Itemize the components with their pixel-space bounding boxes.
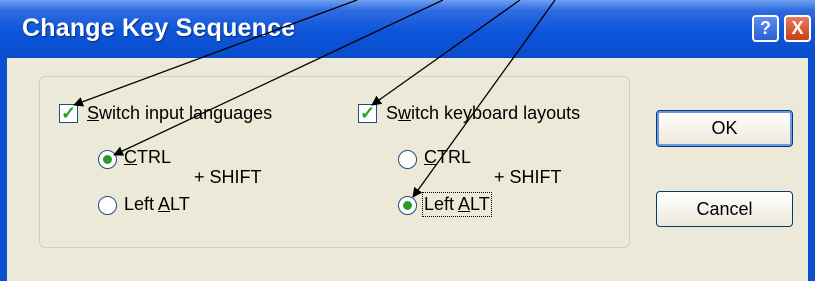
- left-alt-label[interactable]: Left ALT: [124, 194, 190, 215]
- help-icon: ?: [760, 18, 771, 38]
- help-button[interactable]: ?: [752, 15, 779, 42]
- window-border-right: [808, 58, 815, 281]
- ok-button[interactable]: OK: [656, 110, 793, 147]
- left-ctrl-radio[interactable]: [98, 150, 117, 169]
- radio-selected-dot: [403, 201, 412, 210]
- switch-input-languages-checkbox[interactable]: ✓: [59, 104, 78, 123]
- switch-input-languages-label[interactable]: Switch input languages: [87, 103, 272, 124]
- change-key-sequence-dialog: Change Key Sequence ? X ✓ Switch input l…: [0, 0, 815, 281]
- switch-keyboard-layouts-checkbox[interactable]: ✓: [358, 104, 377, 123]
- check-icon: ✓: [359, 103, 376, 123]
- left-alt-radio[interactable]: [98, 196, 117, 215]
- radio-selected-dot: [103, 155, 112, 164]
- close-icon: X: [791, 18, 804, 38]
- title-bar[interactable]: Change Key Sequence ? X: [0, 0, 815, 58]
- dialog-title: Change Key Sequence: [22, 14, 296, 42]
- cancel-button[interactable]: Cancel: [656, 191, 793, 227]
- right-left-alt-radio[interactable]: [398, 196, 417, 215]
- right-left-alt-label[interactable]: Left ALT: [422, 192, 492, 217]
- switch-keyboard-layouts-label[interactable]: Switch keyboard layouts: [386, 103, 580, 124]
- check-icon: ✓: [60, 103, 77, 123]
- close-button[interactable]: X: [784, 15, 811, 42]
- right-plus-shift-label: + SHIFT: [494, 167, 562, 187]
- left-ctrl-label[interactable]: CTRL: [124, 147, 171, 168]
- right-ctrl-radio[interactable]: [398, 150, 417, 169]
- window-border-left: [0, 58, 7, 281]
- right-ctrl-label[interactable]: CTRL: [424, 147, 471, 168]
- left-plus-shift-label: + SHIFT: [194, 167, 262, 187]
